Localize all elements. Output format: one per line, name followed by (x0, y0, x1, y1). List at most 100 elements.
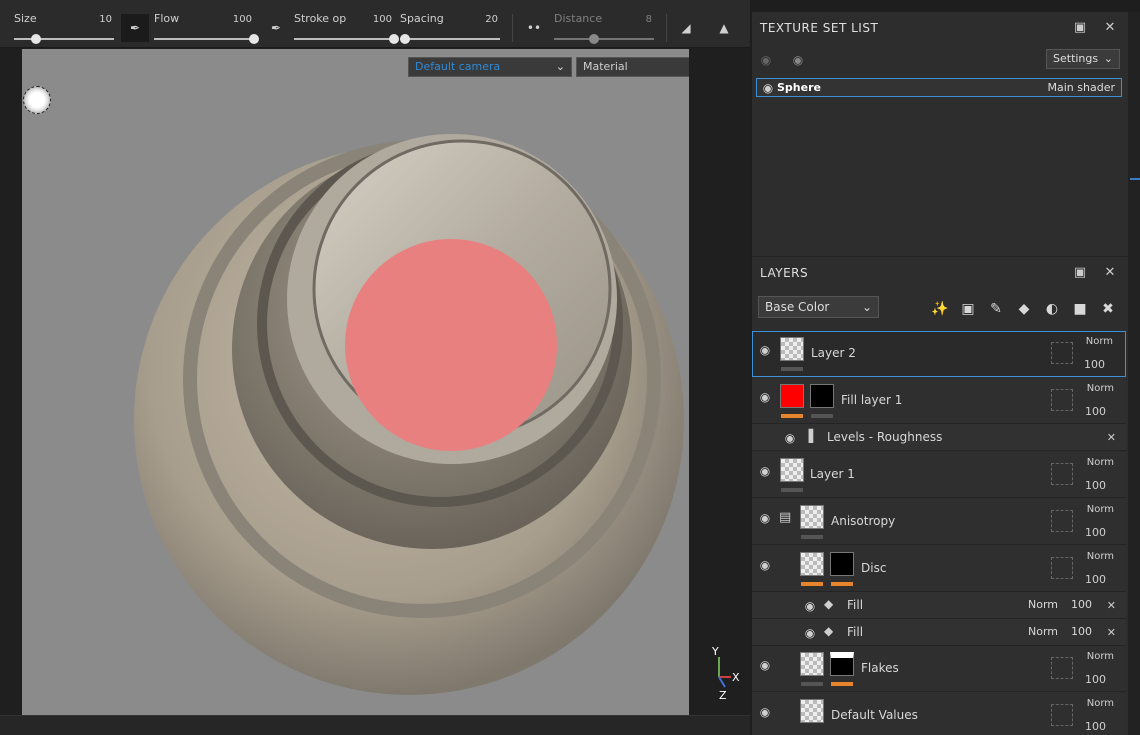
eye-icon[interactable]: ◉ (757, 706, 773, 718)
flow-value[interactable]: 100 (233, 14, 252, 25)
blend-mode[interactable]: Norm (1087, 551, 1114, 562)
blend-mode[interactable]: Norm (1086, 336, 1113, 347)
eye-icon[interactable]: ◉ (757, 512, 773, 524)
remove-effect-icon[interactable]: ✕ (1107, 431, 1116, 444)
size-knob[interactable] (31, 34, 41, 44)
flow-knob[interactable] (249, 34, 259, 44)
layer-name[interactable]: Layer 2 (811, 346, 856, 360)
effect-name[interactable]: Fill (847, 625, 863, 639)
blend-mode[interactable]: Norm (1087, 698, 1114, 709)
layer-opacity[interactable]: 100 (1085, 405, 1106, 418)
brush-tip-icon[interactable]: ✒ (121, 14, 149, 42)
spacing-knob[interactable] (400, 34, 410, 44)
effect-name[interactable]: Levels - Roughness (827, 430, 942, 444)
add-fill-layer-icon[interactable]: ◆ (1013, 298, 1035, 320)
effect-name[interactable]: Fill (847, 598, 863, 612)
eye-icon[interactable]: ◉ (757, 391, 773, 403)
settings-button[interactable]: Settings ⌄ (1046, 49, 1120, 69)
symmetry-icon[interactable]: ▲ (710, 14, 738, 42)
add-effect-icon[interactable]: ✨ (929, 298, 951, 320)
undock-icon[interactable]: ▣ (1072, 265, 1088, 281)
eye-icon[interactable]: ◉ (757, 465, 773, 477)
layer-row[interactable]: ◉ Flakes Norm 100 (752, 646, 1126, 692)
add-paint-layer-icon[interactable]: ✎ (985, 298, 1007, 320)
stroke-opacity-value[interactable]: 100 (373, 14, 392, 25)
flow-slider[interactable]: Flow 100 (154, 12, 259, 46)
blend-mode[interactable]: Norm (1087, 457, 1114, 468)
camera-select[interactable]: Default camera ⌄ (408, 57, 572, 77)
texture-set-shader[interactable]: Main shader (1048, 81, 1115, 94)
close-icon[interactable]: ✕ (1102, 265, 1118, 281)
eye-icon[interactable]: ◉ (782, 432, 798, 444)
delete-icon[interactable]: ✖ (1097, 298, 1119, 320)
lazy-mouse-icon[interactable]: •• (520, 14, 548, 42)
blend-mode[interactable]: Norm (1087, 651, 1114, 662)
blend-mode[interactable]: Norm (1028, 625, 1058, 638)
layer-row[interactable]: ◉ Layer 1 Norm 100 (752, 452, 1126, 498)
texture-set-row[interactable]: ◉ Sphere Main shader (756, 78, 1122, 97)
layer-mask-slot[interactable] (1051, 704, 1073, 726)
layer-mask-slot[interactable] (1051, 510, 1073, 532)
mask-thumbnail[interactable] (830, 552, 854, 576)
layer-channel-select[interactable]: Base Color ⌄ (758, 296, 879, 318)
layer-name[interactable]: Anisotropy (831, 514, 895, 528)
effect-opacity[interactable]: 100 (1071, 598, 1092, 611)
layer-opacity[interactable]: 100 (1085, 673, 1106, 686)
layer-mask-slot[interactable] (1051, 657, 1073, 679)
eye-icon[interactable]: ◉ (757, 659, 773, 671)
layer-mask-slot[interactable] (1051, 342, 1073, 364)
3d-viewport[interactable]: Default camera ⌄ Material ⌄ (22, 49, 689, 715)
panel-scrollbar[interactable] (1128, 12, 1140, 735)
eye-icon[interactable]: ◉ (757, 559, 773, 571)
layer-name[interactable]: Disc (861, 561, 886, 575)
blend-mode[interactable]: Norm (1087, 504, 1114, 515)
scrollbar-thumb[interactable] (1130, 178, 1140, 180)
layer-opacity[interactable]: 100 (1085, 479, 1106, 492)
stroke-opacity-slider[interactable]: Stroke op 100 (294, 12, 399, 46)
viewport-channel-select[interactable]: Material ⌄ (576, 57, 689, 77)
size-value[interactable]: 10 (99, 14, 112, 25)
layer-mask-slot[interactable] (1051, 557, 1073, 579)
layer-name[interactable]: Default Values (831, 708, 918, 722)
distance-knob[interactable] (589, 34, 599, 44)
layer-opacity[interactable]: 100 (1085, 573, 1106, 586)
effect-row[interactable]: ◉ ▐ Levels - Roughness ✕ (752, 424, 1126, 451)
spacing-slider[interactable]: Spacing 20 (400, 12, 500, 46)
size-slider[interactable]: Size 10 (14, 12, 114, 46)
stroke-opacity-knob[interactable] (389, 34, 399, 44)
layer-row[interactable]: ◉ Fill layer 1 Norm 100 (752, 378, 1126, 424)
close-icon[interactable]: ✕ (1102, 20, 1118, 36)
add-folder-icon[interactable]: ■ (1069, 298, 1091, 320)
mask-thumbnail[interactable] (810, 384, 834, 408)
eye-icon[interactable]: ◉ (802, 627, 818, 639)
remove-effect-icon[interactable]: ✕ (1107, 599, 1116, 612)
layer-opacity[interactable]: 100 (1085, 720, 1106, 733)
add-mask-icon[interactable]: ▣ (957, 298, 979, 320)
viewport-scrollbar[interactable] (0, 715, 750, 735)
spacing-value[interactable]: 20 (485, 14, 498, 25)
layer-opacity[interactable]: 100 (1085, 526, 1106, 539)
layer-name[interactable]: Fill layer 1 (841, 393, 902, 407)
layer-row[interactable]: ◉ Layer 2 Norm 100 (752, 331, 1126, 377)
distance-slider[interactable]: Distance 8 (554, 12, 654, 46)
blend-mode[interactable]: Norm (1087, 383, 1114, 394)
eye-icon[interactable]: ◉ (760, 82, 776, 94)
eye-icon[interactable]: ◉ (802, 600, 818, 612)
layer-name[interactable]: Flakes (861, 661, 899, 675)
blend-mode[interactable]: Norm (1028, 598, 1058, 611)
layer-row[interactable]: ◉ Default Values Norm 100 (752, 693, 1126, 735)
distance-value[interactable]: 8 (646, 14, 652, 25)
layer-mask-slot[interactable] (1051, 389, 1073, 411)
undock-icon[interactable]: ▣ (1072, 20, 1088, 36)
fill-effect-row[interactable]: ◉ ◆ Fill Norm 100 ✕ (752, 592, 1126, 619)
pen-pressure-icon[interactable]: ✒ (262, 14, 290, 42)
add-smart-material-icon[interactable]: ◐ (1041, 298, 1063, 320)
eye-icon[interactable]: ◉ (757, 344, 773, 356)
remove-effect-icon[interactable]: ✕ (1107, 626, 1116, 639)
layer-name[interactable]: Layer 1 (810, 467, 855, 481)
layer-opacity[interactable]: 100 (1084, 358, 1105, 371)
eye-icon[interactable]: ◉ (758, 54, 774, 66)
mask-thumbnail[interactable] (830, 652, 854, 676)
effect-opacity[interactable]: 100 (1071, 625, 1092, 638)
eye-icon[interactable]: ◉ (790, 54, 806, 66)
